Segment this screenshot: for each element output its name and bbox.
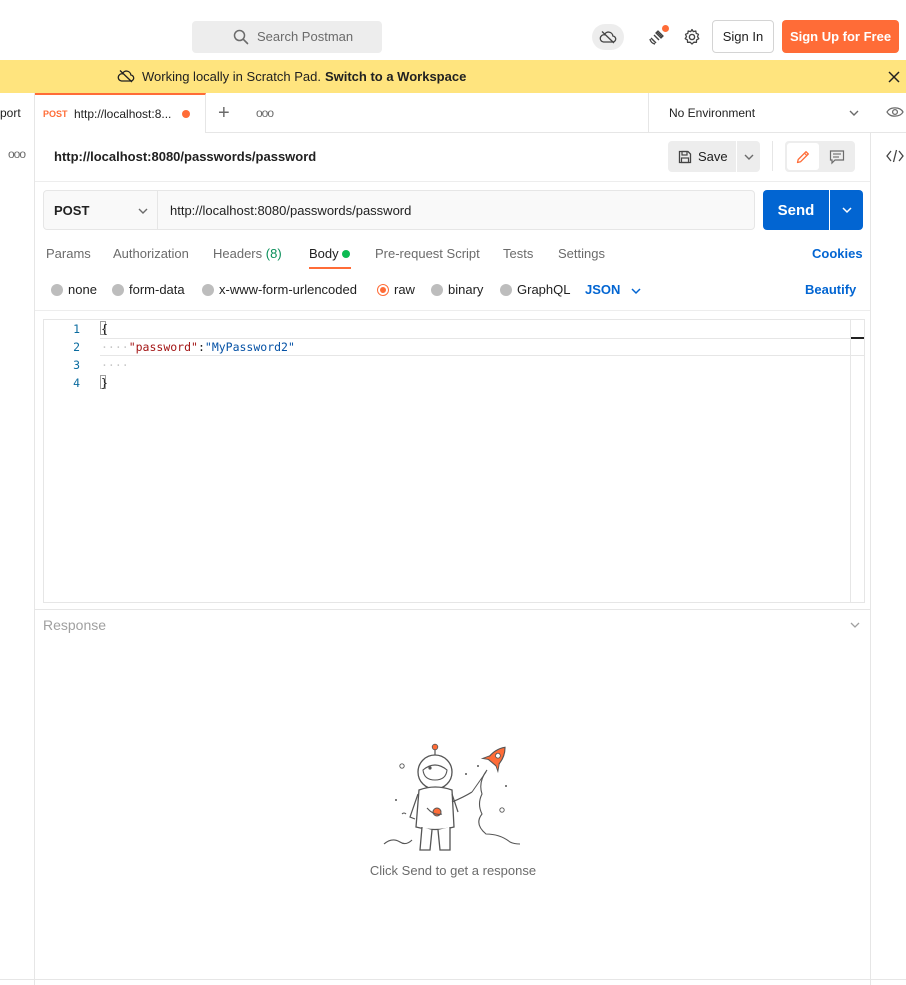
comment-icon: [829, 149, 845, 165]
comment-mode-button[interactable]: [821, 143, 853, 170]
code-line-4: }: [101, 376, 108, 390]
line-number: 1: [73, 322, 80, 336]
body-status-dot: [342, 250, 350, 258]
close-icon[interactable]: [886, 69, 902, 85]
tab-options-icon[interactable]: ooo: [256, 106, 274, 120]
right-sidebar: [870, 133, 906, 985]
new-tab-button[interactable]: +: [218, 103, 230, 123]
json-key: "password": [128, 340, 198, 354]
radio-raw[interactable]: [377, 284, 389, 296]
format-select[interactable]: JSON: [585, 282, 620, 297]
code-line-3: ····: [101, 358, 129, 372]
line-number: 2: [73, 340, 80, 354]
more-options-icon[interactable]: ooo: [8, 147, 26, 161]
tab-title: http://localhost:8...: [74, 107, 172, 121]
json-value: "MyPassword2": [204, 340, 295, 354]
unsaved-indicator: [182, 110, 190, 118]
send-options-button[interactable]: [830, 190, 863, 230]
tab-headers[interactable]: Headers (8): [213, 246, 282, 261]
radio-binary[interactable]: [431, 284, 443, 296]
left-sidebar: [0, 93, 35, 985]
settings-button[interactable]: [680, 24, 704, 50]
scroll-marker[interactable]: [851, 337, 864, 339]
divider: [35, 181, 870, 182]
indent-guide: ····: [101, 340, 129, 354]
divider: [35, 609, 870, 610]
pencil-icon: [795, 149, 811, 165]
eye-icon[interactable]: [886, 105, 904, 119]
banner-message: Working locally in Scratch Pad.: [142, 69, 321, 84]
search-icon: [233, 29, 249, 45]
line-number: 4: [73, 376, 80, 390]
editor-scrollbar-track: [850, 320, 851, 602]
code-editor[interactable]: [43, 319, 865, 603]
code-line-2: ····"password":"MyPassword2": [101, 340, 295, 354]
chevron-down-icon: [743, 151, 755, 163]
radio-binary-label[interactable]: binary: [448, 282, 483, 297]
chevron-down-icon[interactable]: [630, 285, 642, 297]
line-number: 3: [73, 358, 80, 372]
tab-authorization[interactable]: Authorization: [113, 246, 189, 261]
gear-icon: [683, 28, 701, 46]
tab-tests[interactable]: Tests: [503, 246, 533, 261]
tab-body[interactable]: Body: [309, 246, 339, 261]
method-label: POST: [54, 203, 90, 218]
chevron-down-icon[interactable]: [849, 619, 861, 631]
radio-form-data[interactable]: [112, 284, 124, 296]
divider: [0, 979, 906, 980]
radio-none-label[interactable]: none: [68, 282, 97, 297]
radio-urlencoded-label[interactable]: x-www-form-urlencoded: [219, 282, 357, 297]
chevron-down-icon: [841, 204, 853, 216]
divider: [772, 141, 773, 171]
request-title[interactable]: http://localhost:8080/passwords/password: [54, 149, 316, 164]
radio-graphql-label[interactable]: GraphQL: [517, 282, 570, 297]
tab-prerequest-script[interactable]: Pre-request Script: [375, 246, 480, 261]
edit-mode-button[interactable]: [787, 143, 819, 170]
import-button[interactable]: port: [0, 106, 21, 120]
search-placeholder: Search Postman: [257, 29, 354, 44]
cloud-off-icon: [117, 69, 135, 83]
save-options-button[interactable]: [737, 141, 760, 172]
code-icon[interactable]: [886, 148, 904, 164]
send-button[interactable]: Send: [763, 190, 829, 230]
notification-dot: [662, 25, 669, 32]
cloud-off-icon: [599, 30, 617, 44]
switch-workspace-link[interactable]: Switch to a Workspace: [325, 69, 466, 84]
response-title[interactable]: Response: [43, 617, 106, 633]
divider: [648, 93, 649, 133]
radio-form-data-label[interactable]: form-data: [129, 282, 185, 297]
sync-cloud-button[interactable]: [592, 24, 624, 50]
code-line-1: {: [101, 322, 108, 336]
tab-settings[interactable]: Settings: [558, 246, 605, 261]
save-button[interactable]: Save: [668, 141, 736, 172]
beautify-button[interactable]: Beautify: [805, 282, 856, 297]
url-input[interactable]: http://localhost:8080/passwords/password: [170, 203, 411, 218]
indent-guide: ····: [101, 358, 129, 372]
chevron-down-icon[interactable]: [137, 205, 149, 217]
astronaut-illustration: [382, 742, 524, 858]
radio-graphql[interactable]: [500, 284, 512, 296]
radio-raw-label[interactable]: raw: [394, 282, 415, 297]
save-icon: [678, 150, 692, 164]
tab-method-badge: POST: [43, 109, 68, 119]
tab-headers-label: Headers: [213, 246, 263, 261]
search-input[interactable]: Search Postman: [192, 21, 382, 53]
json-colon: :: [197, 340, 205, 354]
save-label: Save: [698, 149, 728, 164]
cookies-link[interactable]: Cookies: [812, 246, 863, 261]
active-tab-indicator: [309, 267, 351, 269]
divider: [35, 310, 870, 311]
radio-none[interactable]: [51, 284, 63, 296]
tab-params[interactable]: Params: [46, 246, 91, 261]
headers-count: (8): [265, 246, 282, 261]
response-empty-hint: Click Send to get a response: [369, 863, 537, 878]
sign-in-button[interactable]: Sign In: [712, 20, 774, 53]
radio-urlencoded[interactable]: [202, 284, 214, 296]
environment-select[interactable]: No Environment: [669, 106, 755, 120]
sign-up-button[interactable]: Sign Up for Free: [782, 20, 899, 53]
chevron-down-icon[interactable]: [848, 107, 860, 119]
